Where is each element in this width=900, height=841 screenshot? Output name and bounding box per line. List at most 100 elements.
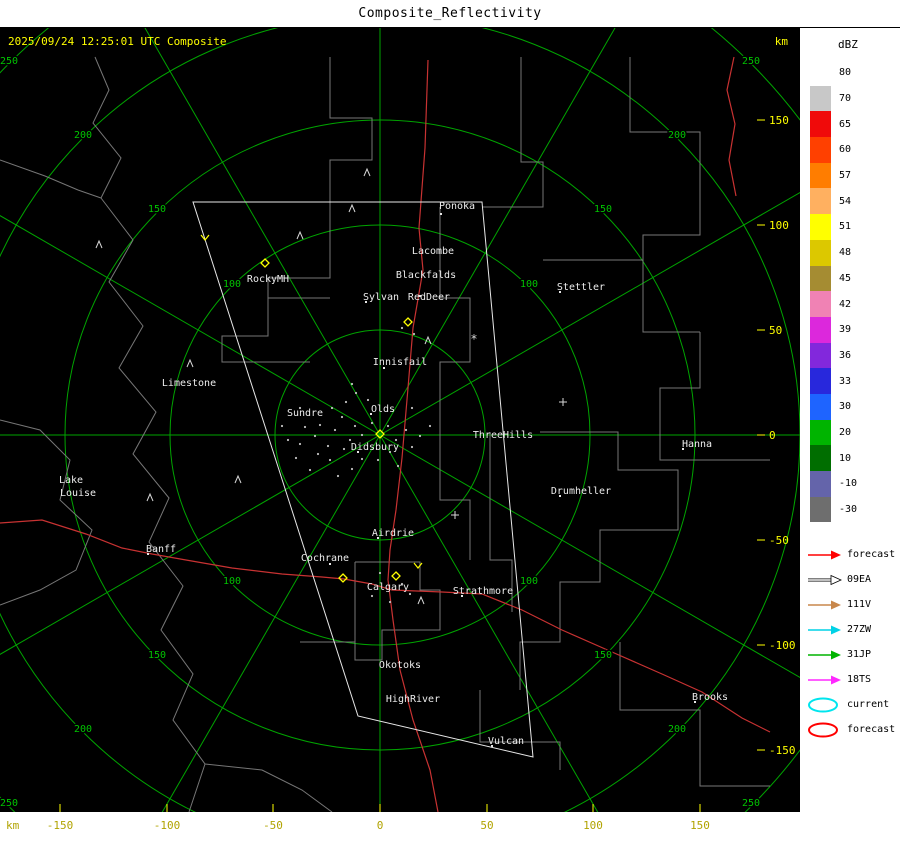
legend-label: 111V: [847, 599, 872, 610]
colorbar-row: 45: [810, 265, 857, 292]
y-axis-label: 100: [769, 219, 789, 232]
radar-echo-dot: [333, 428, 337, 432]
timestamp-label: 2025/09/24 12:25:01 UTC Composite: [8, 35, 227, 48]
city-label: Limestone: [162, 378, 216, 389]
colorbar-row: 10: [810, 445, 857, 471]
radar-map-area: 2025/09/24 12:25:01 UTC Composite km Pon…: [0, 0, 900, 841]
colorbar-swatch: [810, 393, 831, 420]
legend-item: 27ZW: [806, 617, 895, 642]
city-label: Louise: [60, 488, 96, 499]
radar-map-canvas: Ponoka Lacombe Blackfalds Sylvan RedDeer Stet…: [0, 0, 900, 841]
colorbar-swatch: [810, 445, 831, 471]
radar-echo-dot: [353, 424, 357, 428]
colorbar-row: 30: [810, 393, 857, 420]
city-label: HighRiver: [386, 694, 440, 705]
radar-echo-dot: [386, 424, 390, 428]
colorbar-row: 54: [810, 188, 857, 215]
radar-echo-dot: [388, 600, 392, 604]
legend-panel: dBZ 80 70 65 60 57 54 51 48 45 42 39 36 33 30 20 10 -10 -…: [800, 28, 900, 841]
colorbar-swatch: [810, 239, 831, 266]
range-ring-label: 100: [520, 576, 538, 587]
radar-echo-dot: [298, 442, 302, 446]
arrow-icon: [808, 650, 841, 659]
city-label: Olds: [371, 404, 395, 415]
colorbar-value-label: 20: [839, 426, 852, 438]
colorbar-row: 42: [810, 291, 857, 317]
radar-echo-dot: [370, 421, 374, 425]
legend-item: 09EA: [806, 567, 895, 592]
range-ring-label: 150: [148, 204, 166, 215]
city-label: Vulcan: [488, 736, 524, 747]
city-label: Calgary: [367, 582, 409, 593]
city-label: Lacombe: [412, 246, 454, 257]
legend-label: 09EA: [847, 574, 872, 585]
radar-echo-dot: [336, 474, 340, 478]
legend-item: 31JP: [806, 642, 895, 667]
colorbar-swatch: [810, 214, 831, 240]
city-label: ThreeHills: [473, 430, 533, 441]
colorbar-row: 65: [810, 111, 857, 138]
colorbar-swatch: [810, 162, 831, 189]
colorbar-swatch: [810, 316, 831, 343]
radar-echo-dot: [378, 571, 382, 575]
radar-echo-dot: [318, 423, 322, 427]
radar-echo-dot: [344, 400, 348, 404]
city-label: Sylvan: [363, 292, 399, 303]
city-label: Hanna: [682, 439, 712, 450]
radar-echo-dot: [280, 424, 284, 428]
colorbar-value-label: -30: [839, 504, 858, 516]
legend-item: 18TS: [806, 667, 895, 692]
x-axis-label: 0: [376, 819, 384, 832]
radar-echo-dot: [376, 458, 380, 462]
radar-echo-dot: [286, 438, 290, 442]
range-ring-label: 100: [223, 576, 241, 587]
radar-echo-dot: [360, 433, 364, 437]
radar-echo-dot: [294, 456, 298, 460]
radar-echo-dot: [428, 424, 432, 428]
colorbar-swatch: [810, 137, 831, 163]
legend-label: forecast: [847, 724, 896, 735]
colorbar-value-label: 42: [839, 298, 852, 310]
radar-echo-dot: [410, 445, 414, 449]
colorbar-value-label: 57: [839, 170, 852, 182]
y-axis-label: -150: [769, 744, 796, 757]
legend-label: 18TS: [847, 674, 872, 685]
arrow-icon: [808, 675, 841, 684]
colorbar-row: 48: [810, 239, 857, 266]
colorbar-swatch: [810, 471, 831, 497]
colorbar-swatch: [810, 265, 831, 292]
city-label: Drumheller: [551, 486, 611, 497]
title-bar: Composite_Reflectivity: [0, 0, 900, 28]
legend-label: 27ZW: [847, 624, 872, 635]
radar-echo-dot: [408, 592, 412, 596]
radar-echo-dot: [400, 326, 404, 330]
radar-echo-dot: [394, 438, 398, 442]
radar-echo-dot: [404, 428, 408, 432]
city-label: Airdrie: [372, 528, 414, 539]
radar-echo-dot: [354, 391, 358, 395]
colorbar-value-label: 80: [839, 67, 852, 79]
radar-echo-dot: [410, 406, 414, 410]
city-label: Brooks: [692, 692, 728, 703]
radar-echo-dot: [412, 332, 416, 336]
legend-label: 31JP: [847, 649, 872, 660]
range-ring-label: 100: [223, 279, 241, 290]
x-axis-label: -50: [263, 819, 283, 832]
radar-echo-dot: [350, 382, 354, 386]
km-unit-label-bottom: km: [6, 819, 20, 832]
radar-app-window: Composite_Reflectivity 2025/09/24 12:25:…: [0, 0, 900, 841]
asterisk-marker: *: [470, 332, 477, 346]
colorbar-value-label: -10: [839, 478, 858, 490]
x-axis-label: 150: [690, 819, 710, 832]
colorbar-value-label: 54: [839, 195, 852, 207]
colorbar-title: dBZ: [838, 38, 858, 51]
range-ring-label: 200: [74, 724, 92, 735]
colorbar-swatch: [810, 188, 831, 215]
town-dot: [440, 213, 442, 215]
radar-echo-dot: [342, 447, 346, 451]
radar-echo-dot: [326, 444, 330, 448]
city-label: Innisfail: [373, 357, 427, 368]
colorbar-value-label: 60: [839, 144, 852, 156]
city-label: Didsbury: [351, 442, 399, 453]
radar-echo-dot: [366, 398, 370, 402]
